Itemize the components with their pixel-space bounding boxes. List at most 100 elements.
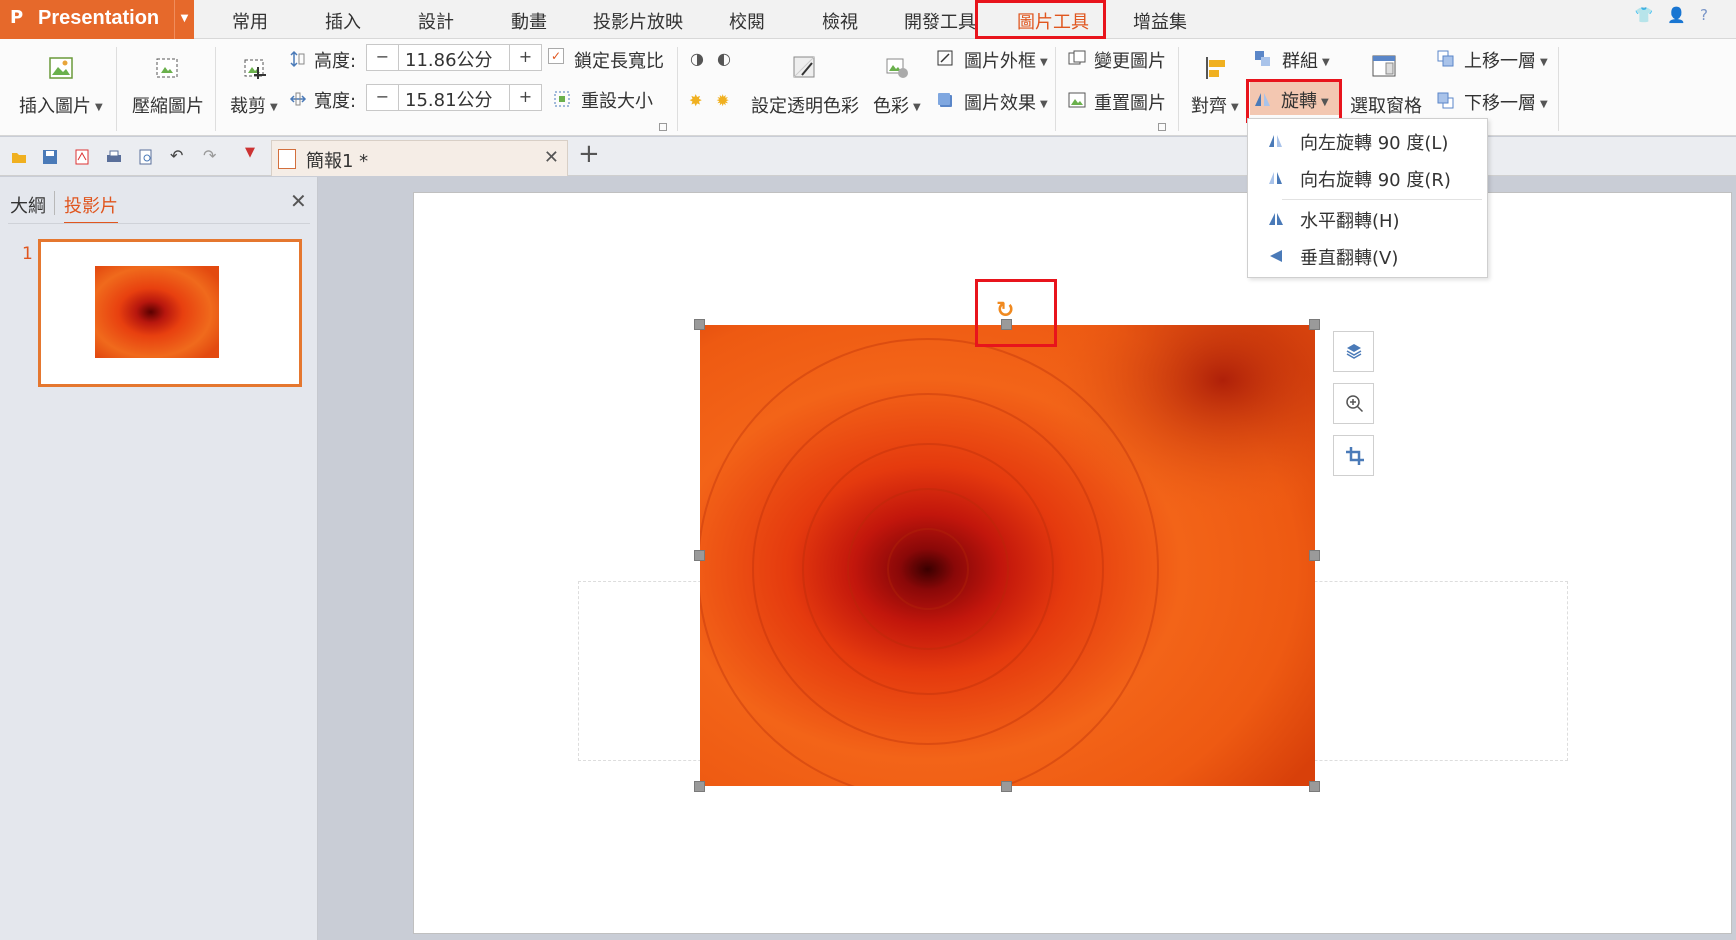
presentation-file-icon	[278, 149, 296, 169]
reset-size-button[interactable]: 重設大小	[581, 87, 653, 113]
group-button[interactable]: 群組 ▼	[1282, 47, 1330, 73]
reset-picture-button[interactable]: 重置圖片	[1094, 89, 1166, 115]
size-dialog-launcher[interactable]	[659, 123, 667, 131]
lock-aspect-checkbox[interactable]: ✓	[548, 48, 564, 64]
tab-animation[interactable]: 動畫	[511, 8, 547, 34]
change-picture-button[interactable]: 變更圖片	[1094, 47, 1166, 73]
tab-review[interactable]: 校閱	[729, 8, 765, 34]
pdf-icon[interactable]	[74, 149, 90, 165]
rotate-left-icon	[1269, 135, 1282, 147]
height-decrease-button[interactable]: −	[367, 45, 399, 70]
crop-quick-button[interactable]	[1333, 435, 1374, 476]
window-icons[interactable]: 👕👤?	[1635, 6, 1722, 24]
skin-icon[interactable]: 👕	[1635, 6, 1668, 24]
compress-picture-icon	[156, 58, 178, 78]
reset-size-icon	[554, 91, 570, 107]
tab-home[interactable]: 常用	[232, 8, 268, 34]
picture-dialog-launcher[interactable]	[1158, 123, 1166, 131]
width-decrease-button[interactable]: −	[367, 85, 399, 110]
tab-developer[interactable]: 開發工具	[904, 8, 976, 34]
zoom-button[interactable]	[1333, 383, 1374, 424]
rotate-left-90-item[interactable]: 向左旋轉 90 度(L)	[1248, 123, 1488, 159]
close-pane-icon[interactable]: ✕	[290, 189, 307, 213]
height-label: 高度:	[314, 51, 357, 72]
bring-forward-button[interactable]: 上移一層 ▼	[1464, 47, 1548, 73]
rotate-right-90-item[interactable]: 向右旋轉 90 度(R)	[1248, 160, 1488, 196]
color-button[interactable]: 色彩 ▼	[873, 92, 921, 118]
width-value[interactable]: 15.81公分	[405, 86, 493, 112]
menu-bar: P Presentation ▼ 常用 插入 設計 動畫 投影片放映 校閱 檢視…	[0, 0, 1736, 39]
tab-view[interactable]: 檢視	[822, 8, 858, 34]
tab-insert[interactable]: 插入	[325, 8, 361, 34]
rotate-highlight	[1246, 79, 1342, 123]
flip-horizontal-item[interactable]: 水平翻轉(H)	[1248, 201, 1488, 237]
tab-design[interactable]: 設計	[418, 8, 454, 34]
document-tab[interactable]: 簡報1 * ✕	[271, 140, 568, 176]
help-icon[interactable]: ?	[1700, 6, 1722, 24]
tab-outline[interactable]: 大綱	[10, 192, 46, 218]
picture-effects-button[interactable]: 圖片效果 ▼	[964, 89, 1048, 115]
brightness-decrease-icon[interactable]: ✹	[716, 91, 729, 110]
new-tab-icon[interactable]: +	[578, 139, 600, 169]
lock-aspect-label[interactable]: 鎖定長寬比	[574, 47, 664, 73]
slide-thumbnail[interactable]	[38, 239, 302, 387]
crop-icon	[244, 59, 266, 79]
tab-slideshow[interactable]: 投影片放映	[593, 8, 683, 34]
set-transparent-icon	[793, 56, 815, 78]
picture-border-icon	[937, 50, 953, 66]
rotate-handle-highlight	[975, 279, 1057, 347]
customize-qat-icon[interactable]: ▼	[245, 145, 261, 161]
compress-picture-button[interactable]: 壓縮圖片	[132, 92, 204, 118]
send-backward-icon	[1437, 92, 1454, 109]
tab-slides[interactable]: 投影片	[64, 192, 118, 224]
flip-horizontal-icon	[1269, 213, 1283, 225]
picture-effects-icon	[938, 93, 952, 107]
resize-handle-top-left[interactable]	[694, 319, 705, 330]
set-transparent-button[interactable]: 設定透明色彩	[751, 92, 859, 118]
picture-border-button[interactable]: 圖片外框 ▼	[964, 47, 1048, 73]
group-icon	[1255, 51, 1270, 66]
bring-forward-icon	[1437, 50, 1454, 67]
resize-handle-left[interactable]	[694, 550, 705, 561]
redo-icon[interactable]: ↷	[203, 146, 219, 165]
selection-pane-button[interactable]: 選取窗格	[1350, 92, 1422, 118]
tab-addins[interactable]: 增益集	[1133, 8, 1187, 34]
resize-handle-right[interactable]	[1309, 550, 1320, 561]
user-icon[interactable]: 👤	[1667, 6, 1700, 24]
width-increase-button[interactable]: +	[509, 85, 541, 110]
app-menu-dropdown-icon[interactable]: ▼	[174, 0, 194, 39]
app-menu-button[interactable]: P Presentation ▼	[0, 0, 194, 39]
resize-handle-top-right[interactable]	[1309, 319, 1320, 330]
flip-vertical-item[interactable]: 垂直翻轉(V)	[1248, 238, 1488, 274]
picture-tools-highlight	[975, 0, 1106, 39]
insert-picture-button[interactable]: 插入圖片 ▼	[19, 92, 103, 118]
print-icon[interactable]	[106, 149, 122, 165]
print-preview-icon[interactable]	[138, 149, 154, 165]
height-spinner[interactable]: − 11.86公分 +	[366, 44, 542, 71]
width-icon	[289, 92, 307, 106]
width-spinner[interactable]: − 15.81公分 +	[366, 84, 542, 111]
slide-number: 1	[22, 244, 33, 264]
contrast-decrease-icon[interactable]: ◐	[717, 49, 731, 68]
layers-button[interactable]	[1333, 331, 1374, 372]
resize-handle-bottom[interactable]	[1001, 781, 1012, 792]
thumbnail-flower-image	[95, 266, 219, 358]
height-increase-button[interactable]: +	[509, 45, 541, 70]
height-value[interactable]: 11.86公分	[405, 46, 493, 72]
send-backward-button[interactable]: 下移一層 ▼	[1464, 89, 1548, 115]
app-logo-icon: P	[10, 7, 24, 28]
open-icon[interactable]	[11, 149, 27, 165]
close-document-icon[interactable]: ✕	[544, 147, 559, 168]
layers-icon	[1346, 344, 1362, 359]
contrast-increase-icon[interactable]: ◑	[690, 49, 704, 68]
crop-button[interactable]: 裁剪 ▼	[230, 92, 278, 118]
brightness-increase-icon[interactable]: ✸	[689, 91, 702, 110]
align-button[interactable]: 對齊 ▼	[1191, 92, 1239, 118]
crop-quick-icon	[1346, 447, 1364, 465]
slide-pane: 大綱 投影片 ✕ 1	[0, 177, 318, 940]
flower-picture[interactable]	[700, 325, 1315, 786]
save-icon[interactable]	[42, 149, 58, 165]
resize-handle-bottom-right[interactable]	[1309, 781, 1320, 792]
undo-icon[interactable]: ↶	[170, 146, 186, 165]
resize-handle-bottom-left[interactable]	[694, 781, 705, 792]
